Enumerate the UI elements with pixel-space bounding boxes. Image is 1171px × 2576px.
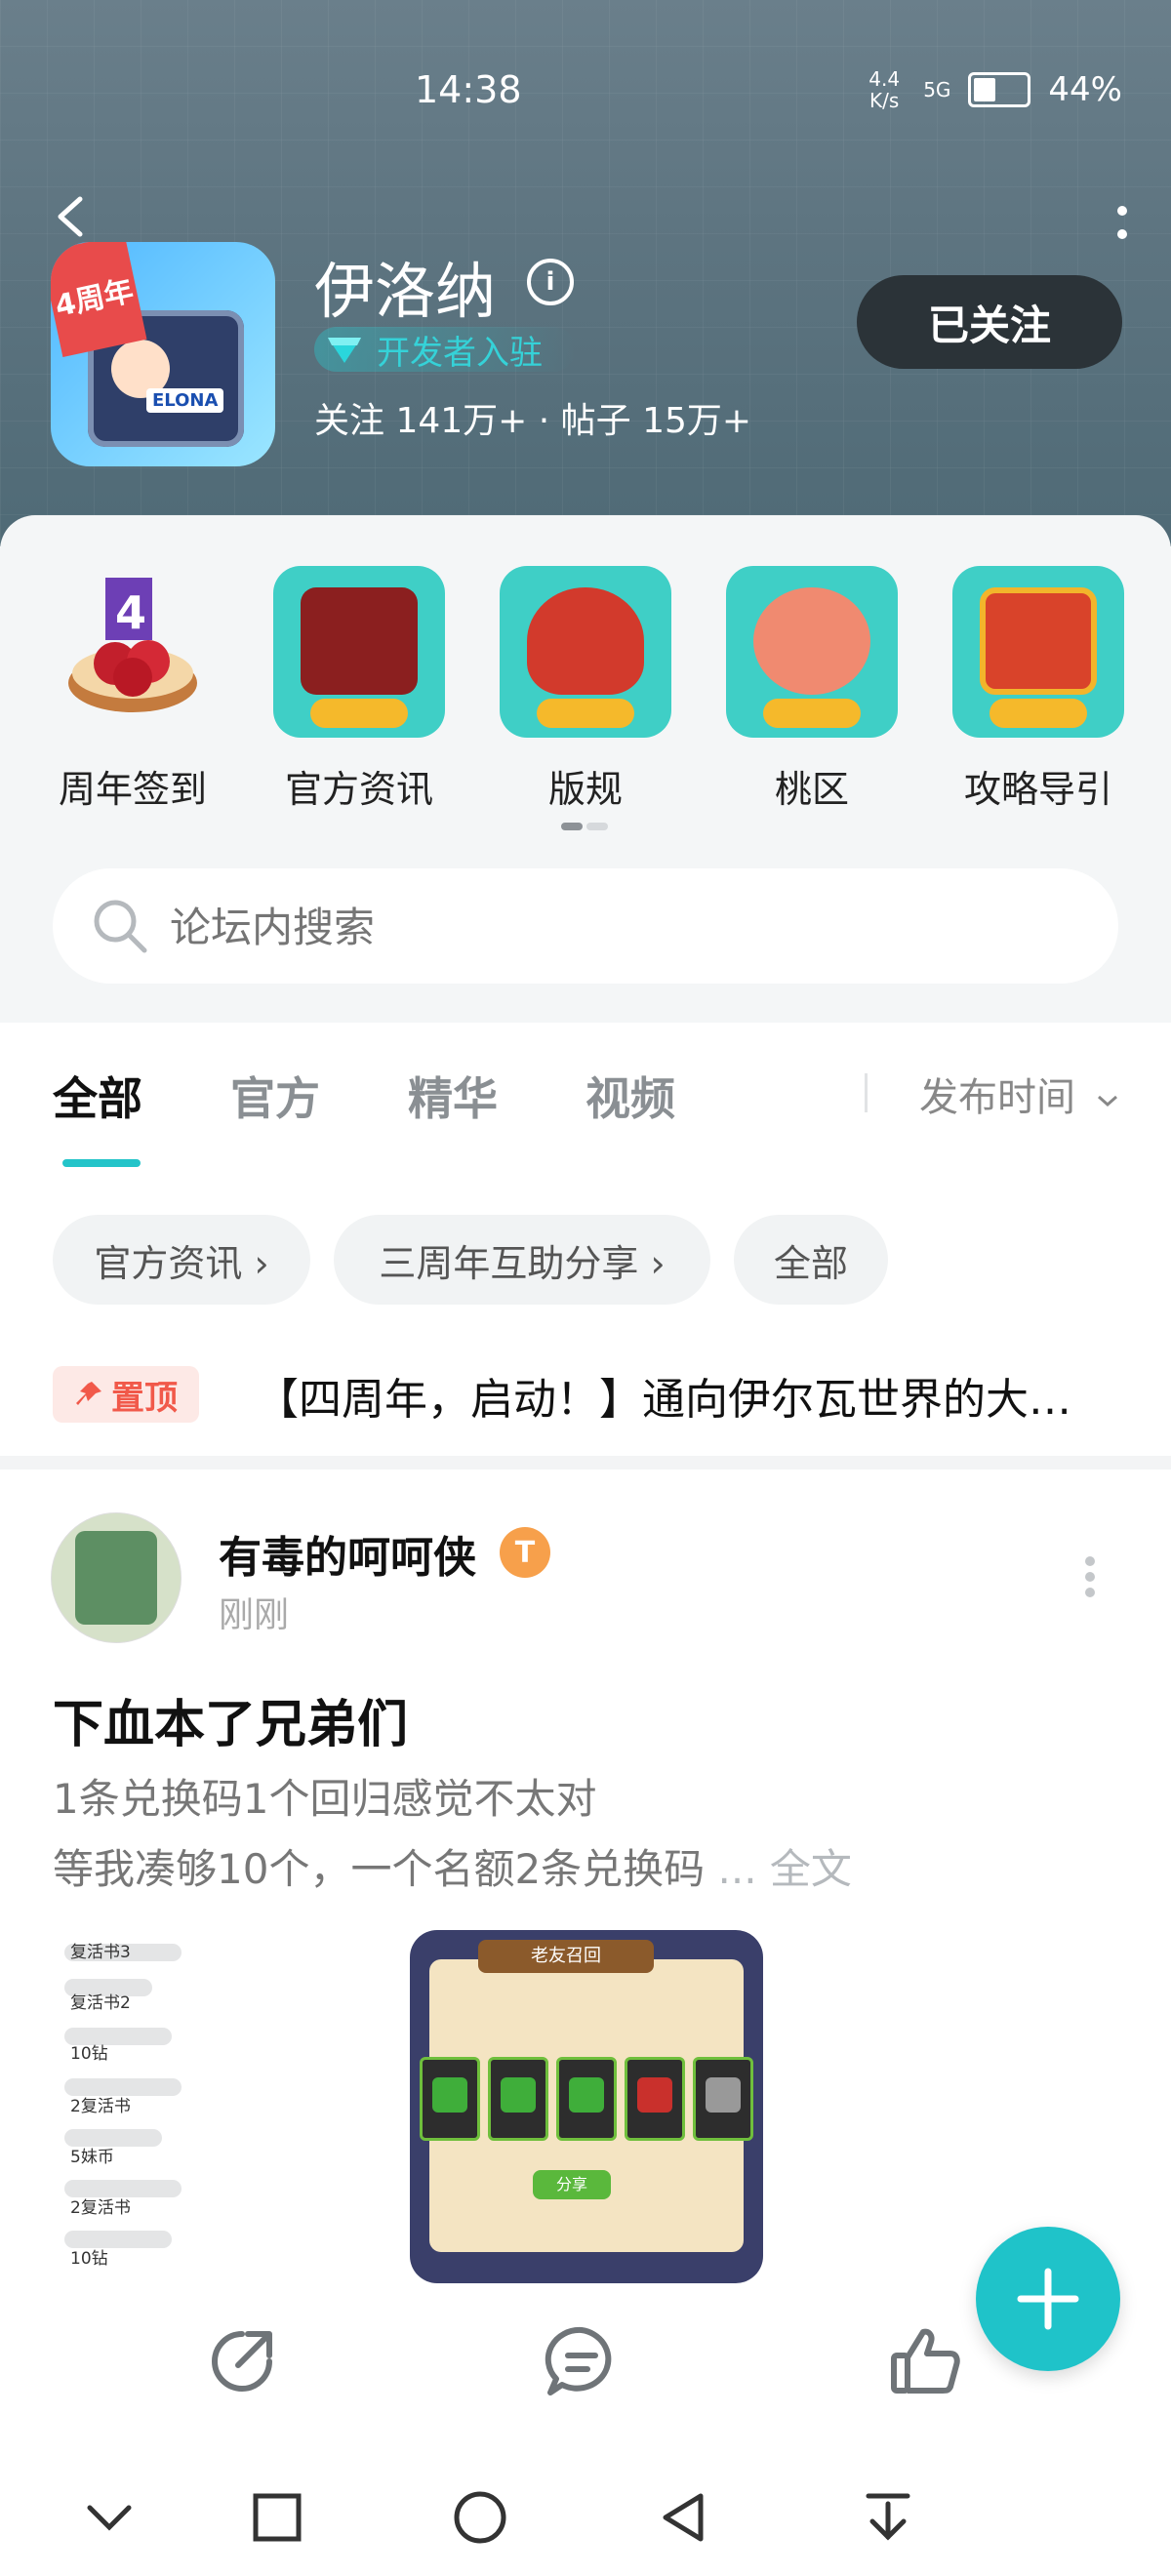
sort-dropdown[interactable]: 发布时间 [919,1066,1119,1122]
chip-anniversary-share[interactable]: 三周年互助分享 › [334,1215,710,1305]
pin-icon [76,1382,101,1405]
signal-label: 5G [923,78,951,101]
follow-button[interactable]: 已关注 [857,275,1122,369]
reward-line: 2复活书 [70,2097,131,2116]
active-tab-indicator [62,1159,141,1167]
crab-icon [500,566,671,738]
status-bar: 14:38 4.4 K/s 5G 44% [0,59,1171,117]
post-body[interactable]: 1条兑换码1个回归感觉不太对 等我凑够10个，一个名额2条兑换码 ... 全文 [53,1764,1126,1905]
tab-featured[interactable]: 精华 [408,1064,498,1128]
net-speed: 4.4 K/s [868,67,901,112]
reward-line: 复活书3 [70,1943,131,1962]
shortcut-label: 周年签到 [58,768,207,811]
forum-stats: 关注 141万+ · 帖子 15万+ [314,401,752,441]
shortcut-label: 版规 [547,768,623,811]
pinned-badge-label: 置顶 [111,1378,178,1418]
plus-icon [1017,2268,1079,2330]
screenshot-share-button: 分享 [533,2170,611,2199]
cake-icon: 4 [47,566,219,738]
shortcut-guide[interactable]: 攻略导引 [950,566,1126,813]
reward-line: 复活书2 [70,1993,131,2013]
screenshot-header: 老友召回 [478,1940,654,1973]
diamond-icon [328,338,361,363]
chevron-down-icon [1097,1095,1117,1107]
home-icon[interactable] [451,2488,509,2547]
user-level-badge: T [500,1527,550,1578]
info-icon[interactable]: i [527,259,574,305]
shortcut-label: 官方资讯 [284,768,433,811]
shortcut-peach-zone[interactable]: 桃区 [724,566,900,813]
back-triangle-icon[interactable] [654,2488,712,2547]
pinned-badge: 置顶 [53,1366,199,1423]
status-time: 14:38 [415,68,522,111]
system-navigation-bar [0,2459,1171,2576]
app-icon-brand: ELONA [146,388,224,413]
forum-title: 伊洛纳 [314,256,497,327]
status-icons: 4.4 K/s 5G 44% [863,68,1122,111]
post-more-icon[interactable] [1083,1555,1097,1598]
anniversary-tag: 4周年 [51,242,147,357]
pinned-post-title[interactable]: 【四周年，启动！】通向伊尔瓦世界的大… [256,1364,1071,1427]
like-icon[interactable] [886,2322,964,2400]
shortcut-pager [561,823,610,830]
post-title[interactable]: 下血本了兄弟们 [53,1683,408,1756]
shortcut-label: 攻略导引 [963,768,1112,811]
reward-line: 2复活书 [70,2198,131,2218]
notification-pulldown-icon[interactable] [859,2488,917,2547]
fortune-scroll-icon [952,566,1124,738]
tab-video[interactable]: 视频 [586,1064,675,1128]
reward-line: 10钻 [70,2044,108,2064]
back-arrow-icon[interactable] [51,195,94,238]
expand-full-text-link[interactable]: ... 全文 [705,1845,852,1893]
developer-badge-label: 开发者入驻 [377,333,543,373]
post-body-line: 等我凑够10个，一个名额2条兑换码 [53,1845,706,1893]
section-separator [0,1456,1171,1469]
shortcut-official-news[interactable]: 官方资讯 [271,566,447,813]
search-input[interactable] [168,868,1050,986]
post-image-game-screenshot[interactable]: 老友召回 分享 [410,1930,763,2283]
robe-icon [273,566,445,738]
battery-icon [968,72,1031,107]
more-options-icon[interactable] [1112,205,1132,254]
recent-apps-icon[interactable] [248,2488,306,2547]
shortcut-anniversary-checkin[interactable]: 4 周年签到 [45,566,221,813]
chip-official-news[interactable]: 官方资讯 › [53,1215,310,1305]
reward-line: 5妹币 [70,2148,114,2167]
peach-icon [726,566,898,738]
chevron-down-icon[interactable] [80,2488,139,2547]
tabs-divider [865,1073,868,1112]
tab-official[interactable]: 官方 [230,1064,320,1128]
post-image-rewards-list[interactable]: 复活书3 复活书2 10钻 2复活书 5妹币 2复活书 10钻 [53,1930,394,2283]
app-icon: 4周年 ELONA [51,242,275,466]
forum-search-bar[interactable] [53,868,1118,986]
share-icon[interactable] [203,2322,281,2400]
reward-line: 10钻 [70,2249,108,2269]
comment-icon[interactable] [543,2322,621,2400]
search-icon [94,900,147,953]
battery-percent: 44% [1048,70,1122,109]
post-author[interactable]: 有毒的呵呵侠 [219,1522,476,1585]
post-time: 刚刚 [219,1595,290,1635]
avatar[interactable] [51,1512,182,1643]
developer-badge[interactable]: 开发者入驻 [314,327,576,373]
tab-all[interactable]: 全部 [53,1064,142,1128]
shortcut-label: 桃区 [774,768,849,811]
sort-label: 发布时间 [919,1075,1075,1120]
post-actions [0,2322,1171,2420]
chip-all[interactable]: 全部 [734,1215,888,1305]
post-body-line: 1条兑换码1个回归感觉不太对 [53,1775,597,1823]
svg-text:4: 4 [115,586,146,639]
shortcut-rules[interactable]: 版规 [498,566,673,813]
